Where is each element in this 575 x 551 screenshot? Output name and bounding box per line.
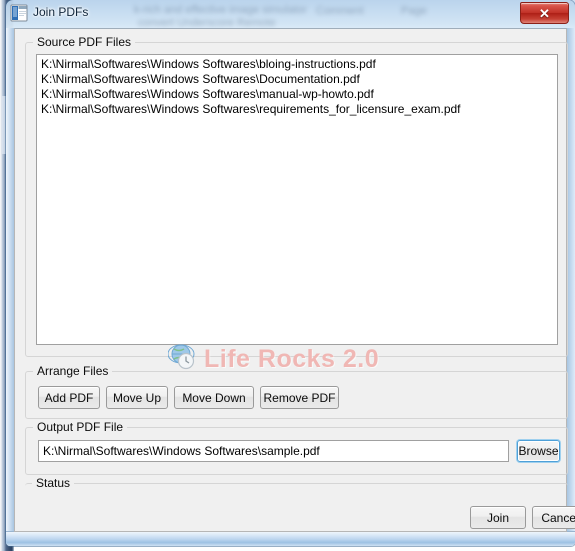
dialog-client-area: Source PDF Files K:\Nirmal\Softwares\Win… [14,28,575,532]
close-icon: ✕ [539,5,550,21]
ghost-text-4: Page [401,5,427,17]
window-bottom-border [6,531,575,546]
source-pdf-files-group: Source PDF Files K:\Nirmal\Softwares\Win… [25,35,568,357]
output-pdf-file-group: Output PDF File Browse [25,420,568,475]
browse-button[interactable]: Browse [517,440,560,462]
pdf-app-icon [10,4,28,22]
list-item[interactable]: K:\Nirmal\Softwares\Windows Softwares\Do… [39,72,557,87]
add-pdf-button[interactable]: Add PDF [38,386,100,409]
close-button[interactable]: ✕ [520,2,569,24]
list-item[interactable]: K:\Nirmal\Softwares\Windows Softwares\re… [39,102,557,117]
list-item[interactable]: K:\Nirmal\Softwares\Windows Softwares\bl… [39,57,557,72]
arrange-files-label: Arrange Files [33,364,113,378]
window-right-border [567,28,575,546]
cancel-button[interactable]: Cancel [532,506,575,529]
status-label: Status [32,476,75,490]
window-left-border [6,28,14,546]
move-down-button[interactable]: Move Down [174,386,254,409]
title-bar[interactable]: k-rich and effective image simulator con… [6,0,575,29]
output-path-input[interactable] [38,440,509,462]
output-pdf-file-label: Output PDF File [33,420,128,434]
ghost-text-3: Comment [316,5,364,17]
arrange-files-group: Arrange Files Add PDF Move Up Move Down … [25,364,568,419]
move-up-button[interactable]: Move Up [106,386,168,409]
list-item[interactable]: K:\Nirmal\Softwares\Windows Softwares\ma… [39,87,557,102]
desktop-background: k-rich and effective image simulator con… [0,0,575,551]
remove-pdf-button[interactable]: Remove PDF [260,386,339,409]
join-pdfs-window: k-rich and effective image simulator con… [6,0,575,546]
ghost-text-1: k-rich and effective image simulator [134,4,307,16]
join-button[interactable]: Join [470,506,526,529]
window-title: Join PDFs [33,5,89,19]
source-files-listbox[interactable]: K:\Nirmal\Softwares\Windows Softwares\bl… [36,54,558,345]
source-pdf-files-label: Source PDF Files [33,35,136,49]
